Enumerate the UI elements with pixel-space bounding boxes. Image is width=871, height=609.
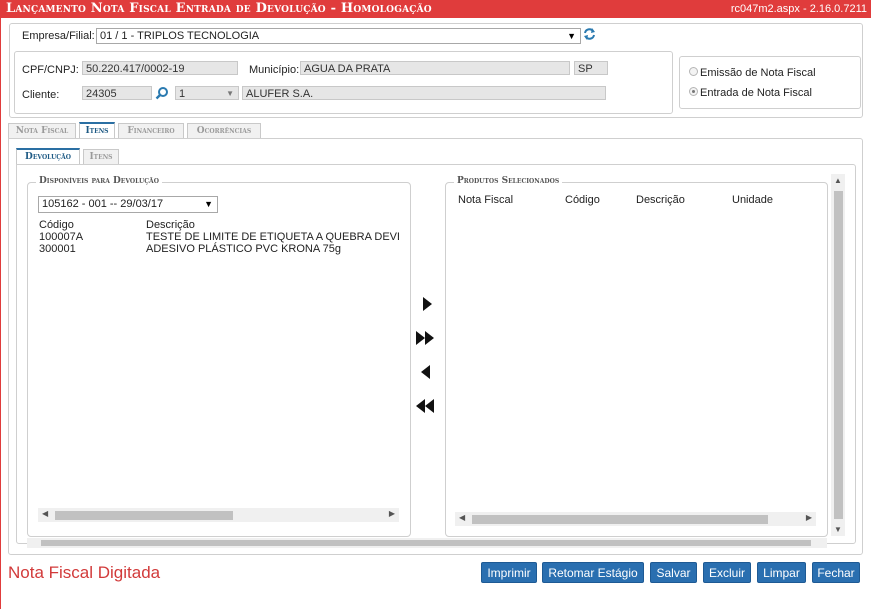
page-version: rc047m2.aspx - 2.16.0.7211 xyxy=(730,3,867,15)
cliente-seq-value: 1 xyxy=(179,88,186,100)
delete-button[interactable]: Excluir xyxy=(703,562,751,583)
col-nota-fiscal: Nota Fiscal xyxy=(458,194,514,206)
double-arrow-right-icon xyxy=(425,331,434,345)
arrow-right-icon xyxy=(423,297,432,311)
cliente-name-field[interactable]: ALUFER S.A. xyxy=(242,86,606,100)
double-arrow-left-icon xyxy=(425,399,434,413)
cpf-field[interactable]: 50.220.417/0002-19 xyxy=(82,61,238,75)
emissao-label: Emissão de Nota Fiscal xyxy=(700,67,816,79)
emissao-radio[interactable] xyxy=(689,67,698,76)
tab-ocorrencias[interactable]: Ocorrências xyxy=(187,123,261,138)
col-codigo: Código xyxy=(565,194,600,206)
clear-button[interactable]: Limpar xyxy=(757,562,806,583)
scroll-thumb[interactable] xyxy=(472,515,768,524)
entrada-label: Entrada de Nota Fiscal xyxy=(700,87,812,99)
disponiveis-hscroll[interactable]: ◀ ▶ xyxy=(38,508,399,522)
col-descricao: Descrição xyxy=(636,194,685,206)
scroll-down-icon[interactable]: ▼ xyxy=(834,525,842,534)
chevron-down-icon: ▼ xyxy=(567,31,576,41)
scroll-right-icon[interactable]: ▶ xyxy=(806,513,812,522)
item-codigo: 300001 xyxy=(39,243,76,255)
panel-vscroll[interactable]: ▲ ▼ xyxy=(831,174,845,536)
scroll-thumb[interactable] xyxy=(41,540,811,546)
move-all-left-button[interactable] xyxy=(414,396,436,416)
tab-itens[interactable]: Itens xyxy=(79,122,115,138)
list-item[interactable]: 100007A TESTE DE LIMITE DE ETIQUETA A QU… xyxy=(38,230,399,243)
entrada-radio[interactable] xyxy=(689,87,698,96)
scroll-right-icon[interactable]: ▶ xyxy=(389,509,395,518)
save-button[interactable]: Salvar xyxy=(650,562,697,583)
close-button[interactable]: Fechar xyxy=(812,562,860,583)
nf-select-value: 105162 - 001 -- 29/03/17 xyxy=(42,198,164,210)
scroll-left-icon[interactable]: ◀ xyxy=(42,509,48,518)
cliente-label: Cliente: xyxy=(22,89,60,101)
empresa-value: 01 / 1 - TRIPLOS TECNOLOGIA xyxy=(100,30,260,42)
nf-type-panel xyxy=(679,56,861,109)
municipio-label: Município: xyxy=(249,64,300,76)
selecionados-hscroll[interactable]: ◀ ▶ xyxy=(455,512,816,526)
search-icon[interactable] xyxy=(155,86,169,100)
cliente-code-field[interactable]: 24305 xyxy=(82,86,152,100)
scroll-left-icon[interactable]: ◀ xyxy=(459,513,465,522)
nf-select[interactable]: 105162 - 001 -- 29/03/17 ▼ xyxy=(38,196,218,213)
status-text: Nota Fiscal Digitada xyxy=(8,563,161,582)
item-descricao: ADESIVO PLÁSTICO PVC KRONA 75g xyxy=(146,243,342,255)
list-item[interactable]: 300001 ADESIVO PLÁSTICO PVC KRONA 75g xyxy=(38,242,398,255)
window-title: Lançamento Nota Fiscal Entrada de Devolu… xyxy=(6,1,432,16)
disponiveis-list: Código Descrição 100007A TESTE DE LIMITE… xyxy=(38,217,399,507)
tab-financeiro[interactable]: Financeiro xyxy=(118,123,184,138)
panel-hscroll[interactable] xyxy=(27,538,827,548)
double-arrow-left-icon xyxy=(416,399,425,413)
move-left-button[interactable] xyxy=(417,362,439,382)
scroll-thumb[interactable] xyxy=(55,511,233,520)
refresh-icon[interactable] xyxy=(583,27,596,41)
move-all-right-button[interactable] xyxy=(414,328,436,348)
print-button[interactable]: Imprimir xyxy=(481,562,537,583)
scroll-thumb[interactable] xyxy=(834,191,843,519)
double-arrow-right-icon xyxy=(416,331,425,345)
scroll-up-icon[interactable]: ▲ xyxy=(834,176,842,185)
subtab-itens[interactable]: Itens xyxy=(83,149,119,164)
chevron-down-icon: ▼ xyxy=(226,89,234,98)
arrow-left-icon xyxy=(421,365,430,379)
municipio-field[interactable]: AGUA DA PRATA xyxy=(300,61,570,75)
selecionados-table: Nota Fiscal Código Descrição Unidade xyxy=(455,190,816,508)
chevron-down-icon: ▼ xyxy=(204,199,213,209)
tab-nota-fiscal[interactable]: Nota Fiscal xyxy=(8,123,76,138)
empresa-select[interactable]: 01 / 1 - TRIPLOS TECNOLOGIA ▼ xyxy=(96,28,581,44)
empresa-label: Empresa/Filial: xyxy=(22,30,95,42)
col-unidade: Unidade xyxy=(732,194,773,206)
selecionados-legend: Produtos Selecionados xyxy=(454,176,563,186)
title-bar: Lançamento Nota Fiscal Entrada de Devolu… xyxy=(0,0,871,18)
move-right-button[interactable] xyxy=(417,294,439,314)
retomar-estagio-button[interactable]: Retomar Estágio xyxy=(542,562,644,583)
uf-field[interactable]: SP xyxy=(574,61,608,75)
cliente-seq-select[interactable]: 1 ▼ xyxy=(175,86,239,100)
disponiveis-legend: Disponíveis para Devolução xyxy=(36,176,162,186)
cpf-label: CPF/CNPJ: xyxy=(22,64,79,76)
subtab-devolucao[interactable]: Devolução xyxy=(16,148,80,164)
left-border xyxy=(0,18,1,609)
